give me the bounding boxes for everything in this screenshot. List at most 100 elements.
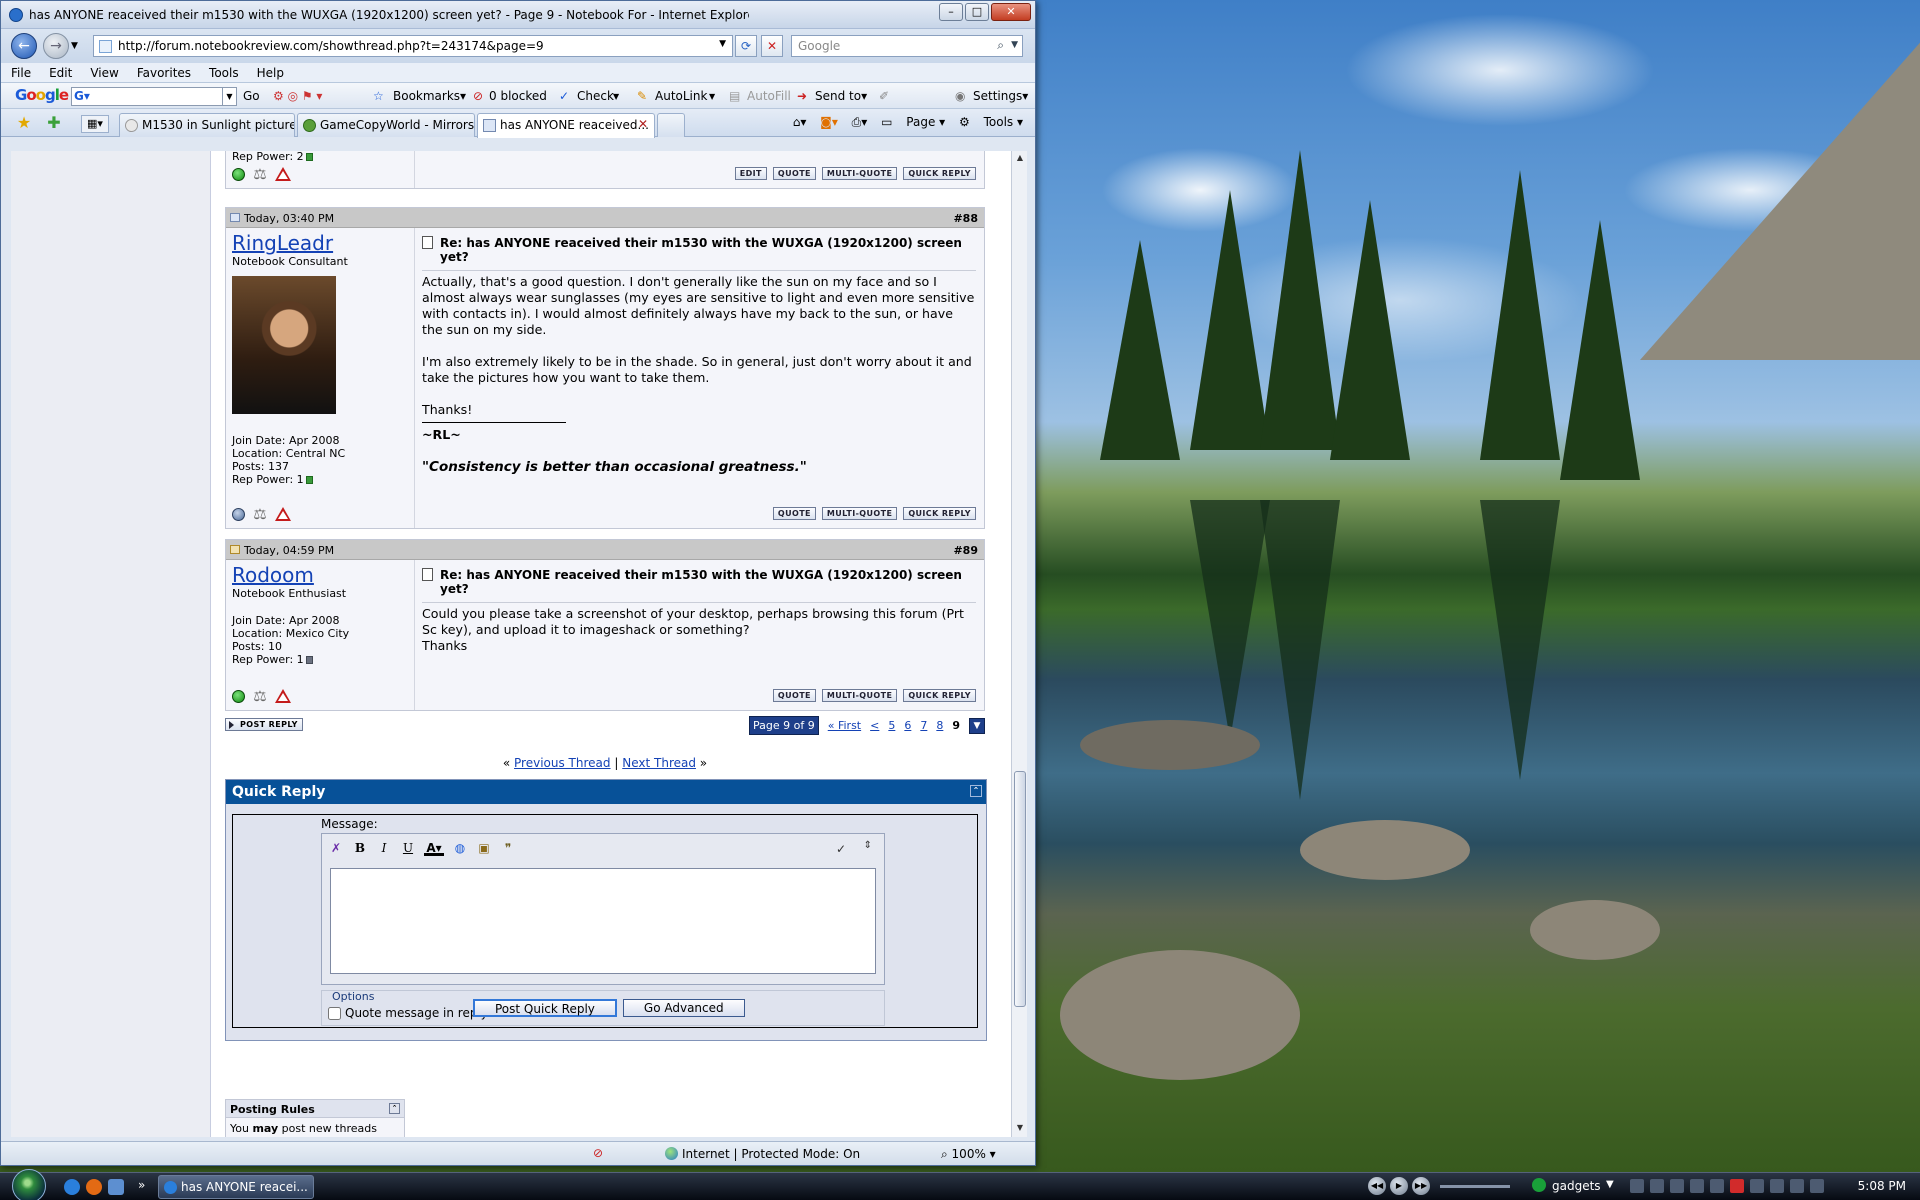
pencil-icon[interactable]: ✐ bbox=[879, 89, 889, 103]
maximize-button[interactable]: □ bbox=[965, 3, 989, 21]
url-input[interactable]: http://forum.notebookreview.com/showthre… bbox=[93, 35, 733, 57]
autolink-button[interactable]: AutoLink bbox=[655, 89, 707, 103]
collapse-icon[interactable]: ⌃ bbox=[970, 785, 982, 797]
search-icon[interactable]: ⌕ bbox=[997, 38, 1004, 53]
zoom-level[interactable]: ⌕ 100% ▾ bbox=[941, 1147, 996, 1162]
media-next-icon[interactable]: ▶▶ bbox=[1412, 1177, 1430, 1195]
insert-link-icon[interactable]: ◍ bbox=[452, 840, 468, 856]
tray-icon[interactable] bbox=[1670, 1179, 1684, 1193]
scrollbar-thumb[interactable] bbox=[1014, 771, 1026, 1007]
bookmarks-button[interactable]: Bookmarks▾ bbox=[393, 89, 466, 103]
report-post-icon[interactable] bbox=[275, 167, 291, 181]
collapse-icon[interactable]: ⌃ bbox=[389, 1103, 400, 1114]
multi-quote-button[interactable]: MULTI-QUOTE bbox=[821, 167, 898, 180]
quicklaunch-more-icon[interactable]: » bbox=[138, 1178, 145, 1192]
user-avatar[interactable] bbox=[232, 276, 336, 414]
post-number-link[interactable]: #88 bbox=[953, 212, 978, 225]
reputation-scale-icon[interactable]: ⚖ bbox=[251, 688, 269, 704]
page-link-8[interactable]: 8 bbox=[936, 719, 943, 732]
menu-file[interactable]: File bbox=[11, 66, 31, 80]
start-orb[interactable] bbox=[12, 1169, 46, 1200]
tray-icon[interactable] bbox=[1650, 1179, 1664, 1193]
title-bar[interactable]: has ANYONE reaceived their m1530 with th… bbox=[1, 1, 1035, 29]
refresh-button[interactable]: ⟳ bbox=[735, 35, 757, 57]
quicklaunch-ie-icon[interactable] bbox=[64, 1179, 80, 1195]
toolbar-gadget-icons[interactable]: ⚙ ◎ ⚑ ▾ bbox=[273, 89, 322, 103]
resize-editor-icon[interactable]: ⇕ bbox=[864, 840, 872, 851]
scroll-down-arrow-icon[interactable]: ▼ bbox=[1014, 1123, 1026, 1135]
username-link[interactable]: RingLeadr bbox=[232, 232, 412, 254]
menu-help[interactable]: Help bbox=[257, 66, 284, 80]
url-dropdown-icon[interactable]: ▼ bbox=[719, 39, 726, 49]
tray-icon[interactable] bbox=[1750, 1179, 1764, 1193]
security-zone[interactable]: Internet | Protected Mode: On bbox=[665, 1147, 860, 1161]
page-link-6[interactable]: 6 bbox=[904, 719, 911, 732]
gadgets-dropdown-icon[interactable]: ▼ bbox=[1606, 1179, 1614, 1190]
favorites-center-star-icon[interactable]: ★ bbox=[15, 114, 33, 132]
taskbar-window-button[interactable]: has ANYONE reacei... bbox=[158, 1175, 314, 1199]
tray-icon[interactable] bbox=[1770, 1179, 1784, 1193]
tray-icon[interactable] bbox=[1710, 1179, 1724, 1193]
feeds-icon[interactable]: ◙▾ bbox=[820, 115, 838, 129]
gadgets-button[interactable]: gadgets bbox=[1552, 1179, 1601, 1193]
post-number-link[interactable]: #89 bbox=[953, 544, 978, 557]
post-quick-reply-button[interactable]: Post Quick Reply bbox=[473, 999, 617, 1017]
home-icon[interactable]: ⌂▾ bbox=[793, 115, 807, 129]
menu-view[interactable]: View bbox=[90, 66, 118, 80]
multi-quote-button[interactable]: MULTI-QUOTE bbox=[821, 689, 898, 702]
quicklaunch-firefox-icon[interactable] bbox=[86, 1179, 102, 1195]
quote-message-checkbox[interactable] bbox=[328, 1006, 341, 1020]
italic-icon[interactable]: I bbox=[376, 840, 392, 856]
menu-favorites[interactable]: Favorites bbox=[137, 66, 191, 80]
close-tab-icon[interactable]: ✕ bbox=[638, 117, 648, 131]
google-go-button[interactable]: Go bbox=[243, 89, 260, 103]
network-icon[interactable] bbox=[1810, 1179, 1824, 1193]
media-volume-slider[interactable] bbox=[1440, 1185, 1510, 1188]
page-menu[interactable]: ▭ Page ▾ bbox=[881, 115, 945, 129]
reputation-scale-icon[interactable]: ⚖ bbox=[251, 166, 269, 182]
check-button[interactable]: Check bbox=[577, 89, 614, 103]
quote-button[interactable]: QUOTE bbox=[772, 689, 816, 702]
scroll-up-arrow-icon[interactable]: ▲ bbox=[1014, 153, 1026, 165]
go-advanced-button[interactable]: Go Advanced bbox=[622, 999, 745, 1017]
google-search-input[interactable]: G▾ ▼ bbox=[71, 87, 237, 106]
quote-button[interactable]: QUOTE bbox=[772, 167, 816, 180]
autolink-chevron-icon[interactable]: ▼ bbox=[709, 92, 715, 101]
username-link[interactable]: Rodoom bbox=[232, 564, 412, 586]
quick-tabs-icon[interactable]: ▦▾ bbox=[81, 115, 109, 133]
sendto-button[interactable]: Send to▾ bbox=[815, 89, 867, 103]
google-dropdown-icon[interactable]: ▼ bbox=[222, 88, 236, 105]
stop-button[interactable]: ✕ bbox=[761, 35, 783, 57]
report-post-icon[interactable] bbox=[275, 689, 291, 703]
tray-icon[interactable] bbox=[1690, 1179, 1704, 1193]
recent-pages-chevron-icon[interactable]: ▼ bbox=[71, 41, 78, 51]
insert-quote-icon[interactable]: ❞ bbox=[500, 840, 516, 856]
popup-status-icon[interactable]: ⊘ bbox=[593, 1146, 603, 1160]
new-tab-button[interactable] bbox=[657, 113, 685, 137]
tray-icon[interactable] bbox=[1630, 1179, 1644, 1193]
minimize-button[interactable]: – bbox=[939, 3, 963, 21]
add-favorite-star-icon[interactable]: ✚ bbox=[45, 114, 63, 132]
page-link-5[interactable]: 5 bbox=[888, 719, 895, 732]
print-icon[interactable]: ⎙▾ bbox=[852, 115, 868, 129]
first-page-link[interactable]: « First bbox=[828, 719, 861, 732]
quote-button[interactable]: QUOTE bbox=[772, 507, 816, 520]
bold-icon[interactable]: B bbox=[352, 840, 368, 856]
reputation-scale-icon[interactable]: ⚖ bbox=[251, 506, 269, 522]
menu-tools[interactable]: Tools bbox=[209, 66, 239, 80]
volume-icon[interactable] bbox=[1790, 1179, 1804, 1193]
spellcheck-abc-icon[interactable]: ✓ bbox=[836, 842, 846, 856]
quick-reply-button[interactable]: QUICK REPLY bbox=[903, 689, 976, 702]
check-chevron-icon[interactable]: ▼ bbox=[613, 92, 619, 101]
search-input[interactable]: Google ⌕ ▼ bbox=[791, 35, 1023, 57]
quicklaunch-desktop-icon[interactable] bbox=[108, 1179, 124, 1195]
quick-reply-button[interactable]: QUICK REPLY bbox=[903, 507, 976, 520]
tab-m1530-sunlight[interactable]: M1530 in Sunlight pictures... bbox=[119, 113, 295, 137]
tab-gamecopyworld[interactable]: GameCopyWorld - Mirrors... bbox=[297, 113, 475, 137]
quick-reply-button[interactable]: QUICK REPLY bbox=[903, 167, 976, 180]
insert-image-icon[interactable]: ▣ bbox=[476, 840, 492, 856]
previous-thread-link[interactable]: Previous Thread bbox=[514, 756, 611, 770]
popup-blocked-button[interactable]: 0 blocked bbox=[489, 89, 547, 103]
page-content[interactable]: Rep Power: 2 ⚖ EDIT QUOTE MULTI-QUOTE QU… bbox=[11, 151, 1021, 1137]
settings-button[interactable]: Settings▾ bbox=[973, 89, 1028, 103]
